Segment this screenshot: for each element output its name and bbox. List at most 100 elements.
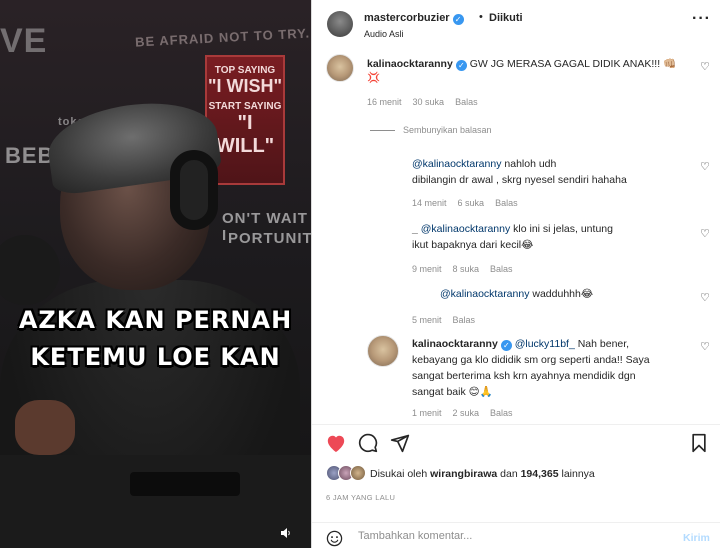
likes-summary: Disukai oleh wirangbirawa dan 194,365 la… bbox=[312, 465, 720, 485]
phone-on-desk bbox=[130, 472, 240, 496]
comment-body: @kalinaocktaranny wadduhhh😂 bbox=[440, 286, 593, 302]
commenter-username[interactable]: _ bbox=[412, 223, 418, 235]
comment-time: 5 menit bbox=[412, 315, 442, 325]
add-comment-input[interactable] bbox=[358, 530, 658, 542]
verified-icon: ✓ bbox=[500, 340, 512, 351]
heart-icon[interactable] bbox=[325, 433, 347, 458]
send-icon[interactable] bbox=[390, 433, 410, 458]
comment: kalinaocktaranny ✓ GW JG MERASA GAGAL DID… bbox=[312, 44, 720, 114]
comment-reply: kalinaocktaranny ✓ @lucky11bf_ Nah bener,… bbox=[312, 330, 720, 424]
hide-replies-button[interactable]: Sembunyikan balasan bbox=[403, 125, 492, 135]
comment-text: klo ini si jelas, untung bbox=[510, 223, 613, 235]
verified-icon: ✓ bbox=[455, 60, 467, 71]
comment-body: kalinaocktaranny ✓ GW JG MERASA GAGAL DID… bbox=[367, 56, 676, 72]
person-fist bbox=[15, 400, 75, 455]
divider-line bbox=[370, 130, 395, 131]
heart-outline-icon[interactable]: ♡ bbox=[700, 60, 710, 73]
sign-line: "I WISH" bbox=[207, 76, 283, 96]
microphone bbox=[0, 235, 60, 305]
headphone bbox=[170, 150, 218, 230]
comment-icon[interactable] bbox=[358, 433, 378, 458]
reply-button[interactable]: Balas bbox=[490, 264, 513, 274]
comment-likes[interactable]: 30 suka bbox=[413, 97, 445, 107]
liker-username[interactable]: wirangbirawa bbox=[430, 468, 497, 480]
heart-outline-icon[interactable]: ♡ bbox=[700, 340, 710, 353]
video-caption-line1: AZKA KAN PERNAH bbox=[18, 306, 293, 334]
comment-text-cont: kebayang ga klo dididik sm org seperti a… bbox=[412, 354, 650, 366]
comment-text: GW JG MERASA GAGAL DIDIK ANAK!!! 👊🏼 bbox=[469, 58, 677, 70]
comment-text: wadduhhh😂 bbox=[529, 288, 594, 300]
comment-reply: @kalinaocktaranny nahloh udh dibilangin … bbox=[312, 152, 720, 212]
video-caption-line2: KETEMU LOE KAN bbox=[30, 343, 281, 371]
desk bbox=[0, 455, 311, 548]
comment-time: 16 menit bbox=[367, 97, 402, 107]
sign-line: START SAYING bbox=[208, 101, 282, 112]
commenter-username[interactable]: kalinaocktaranny bbox=[367, 58, 453, 70]
comment-likes[interactable]: 6 suka bbox=[458, 198, 485, 208]
post-time: 6 JAM YANG LALU bbox=[326, 493, 396, 502]
heart-outline-icon[interactable]: ♡ bbox=[700, 227, 710, 240]
speaker-icon[interactable] bbox=[276, 526, 296, 544]
bg-sign-top: BE AFRAID NOT TO TRY. bbox=[134, 25, 311, 50]
comment-text-cont: 💢 bbox=[367, 72, 381, 84]
comment-likes[interactable]: 2 suka bbox=[453, 408, 480, 418]
sign-line: TOP SAYING bbox=[214, 65, 276, 76]
author-avatar[interactable] bbox=[327, 11, 353, 37]
comment-meta: 9 menit 8 suka Balas bbox=[412, 264, 524, 274]
follow-status-button[interactable]: Diikuti bbox=[489, 12, 523, 24]
comment-time: 1 menit bbox=[412, 408, 442, 418]
separator-dot: • bbox=[479, 11, 483, 23]
mention-link[interactable]: @kalinaocktaranny bbox=[440, 288, 529, 300]
reply-button[interactable]: Balas bbox=[495, 198, 518, 208]
comment-reply: _ @kalinaocktaranny klo ini si jelas, un… bbox=[312, 217, 720, 277]
bg-sign-right2: PORTUNIT bbox=[228, 230, 311, 247]
comment-meta: 5 menit Balas bbox=[412, 315, 486, 325]
comment-meta: 1 menit 2 suka Balas bbox=[412, 408, 524, 418]
heart-outline-icon[interactable]: ♡ bbox=[700, 160, 710, 173]
commenter-username[interactable]: kalinaocktaranny bbox=[412, 338, 498, 350]
likes-suffix: lainnya bbox=[558, 468, 595, 480]
audio-link[interactable]: Audio Asli bbox=[364, 29, 404, 39]
comment-time: 9 menit bbox=[412, 264, 442, 274]
mention-link[interactable]: @kalinaocktaranny bbox=[421, 223, 510, 235]
add-comment-bar: Kirim bbox=[312, 522, 720, 548]
commenter-avatar[interactable] bbox=[367, 335, 399, 367]
likes-text[interactable]: Disukai oleh wirangbirawa dan 194,365 la… bbox=[370, 468, 595, 480]
commenter-avatar[interactable] bbox=[326, 54, 354, 82]
liker-avatar[interactable] bbox=[350, 465, 366, 481]
comment-meta: 14 menit 6 suka Balas bbox=[412, 198, 529, 208]
comment-text: Nah bener, bbox=[574, 338, 630, 350]
reply-button[interactable]: Balas bbox=[455, 97, 478, 107]
comment-body: @kalinaocktaranny nahloh udh bbox=[412, 156, 556, 172]
comment-meta: 16 menit 30 suka Balas bbox=[367, 97, 489, 107]
comment-text-cont: ikut bapaknya dari kecil😂 bbox=[412, 239, 534, 251]
emoji-icon[interactable] bbox=[326, 530, 343, 548]
post-header: mastercorbuzier ✓ • Diikuti Audio Asli ··… bbox=[312, 0, 720, 44]
post-comment-button[interactable]: Kirim bbox=[683, 532, 710, 544]
comment-text-cont: dibilangin dr awal , skrg nyesel sendiri… bbox=[412, 174, 627, 186]
reel-video[interactable]: VE BE AFRAID NOT TO TRY. tokopedia BEBAS… bbox=[0, 0, 311, 548]
post-panel: mastercorbuzier ✓ • Diikuti Audio Asli ··… bbox=[311, 0, 720, 548]
comment-text-cont: sangat baik 😊🙏 bbox=[412, 386, 493, 398]
comments-list[interactable]: kalinaocktaranny ✓ GW JG MERASA GAGAL DID… bbox=[312, 44, 720, 424]
reply-button[interactable]: Balas bbox=[453, 315, 476, 325]
comment-text-cont: sangat berterima ksh krn ayahnya mendidi… bbox=[412, 370, 636, 382]
heart-outline-icon[interactable]: ♡ bbox=[700, 291, 710, 304]
reply-button[interactable]: Balas bbox=[490, 408, 513, 418]
author-username-text[interactable]: mastercorbuzier bbox=[364, 12, 450, 24]
bookmark-icon[interactable] bbox=[690, 433, 708, 458]
comment-likes[interactable]: 8 suka bbox=[453, 264, 480, 274]
comment-time: 14 menit bbox=[412, 198, 447, 208]
comment-reply: @kalinaocktaranny wadduhhh😂 5 menit Balas… bbox=[312, 282, 720, 332]
mention-link[interactable]: @kalinaocktaranny bbox=[412, 158, 501, 170]
mention-link[interactable]: @lucky11bf_ bbox=[515, 338, 575, 350]
verified-icon: ✓ bbox=[452, 14, 464, 25]
more-options-button[interactable]: ··· bbox=[692, 10, 711, 28]
comment-body: _ @kalinaocktaranny klo ini si jelas, un… bbox=[412, 221, 613, 237]
likes-count[interactable]: 194,365 bbox=[521, 468, 559, 480]
comment-text: nahloh udh bbox=[501, 158, 557, 170]
likes-prefix: Disukai oleh bbox=[370, 468, 431, 480]
action-bar bbox=[312, 424, 720, 464]
likes-middle: dan bbox=[497, 468, 521, 480]
author-username[interactable]: mastercorbuzier ✓ bbox=[364, 12, 464, 25]
